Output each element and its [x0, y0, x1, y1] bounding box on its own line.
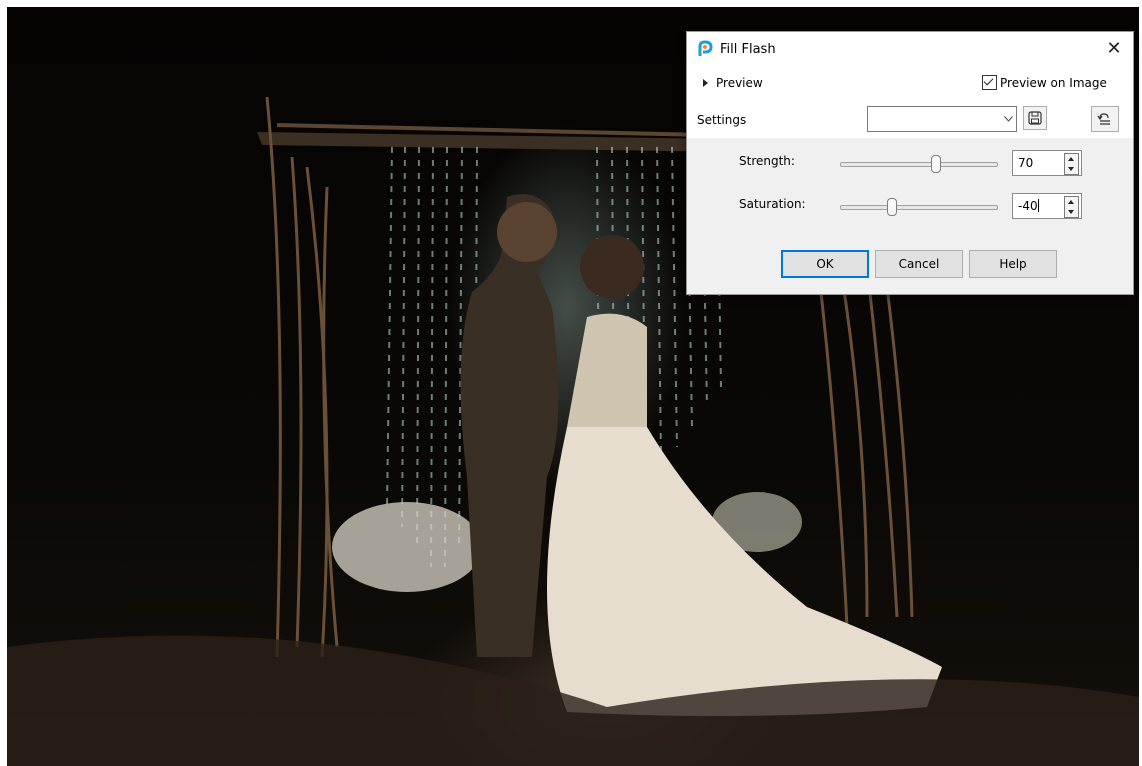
expand-triangle-icon [703, 79, 708, 87]
settings-label: Settings [697, 113, 747, 127]
chevron-down-icon [999, 107, 1016, 131]
help-button[interactable]: Help [969, 250, 1057, 278]
slider-track [840, 162, 998, 167]
strength-spinbox[interactable]: 70 [1012, 150, 1082, 176]
saturation-spinbox[interactable]: -40 [1012, 193, 1082, 219]
preview-on-image-label: Preview on Image [1000, 75, 1107, 90]
slider-thumb[interactable] [887, 198, 897, 216]
preview-label: Preview [716, 76, 763, 90]
cancel-button[interactable]: Cancel [875, 250, 963, 278]
settings-preset-select[interactable] [867, 106, 1017, 132]
strength-spin-arrows[interactable] [1064, 153, 1079, 175]
preview-expander[interactable]: Preview [703, 76, 763, 90]
spin-down-icon [1068, 210, 1074, 214]
close-icon[interactable]: ✕ [1103, 38, 1125, 60]
slider-thumb[interactable] [931, 155, 941, 173]
saturation-value: -40 [1018, 199, 1038, 213]
strength-label: Strength: [739, 154, 795, 168]
slider-track [840, 205, 998, 210]
spin-down-icon [1068, 167, 1074, 171]
checkbox-checked-icon [982, 75, 997, 90]
text-caret [1037, 199, 1039, 212]
spin-up-icon [1068, 200, 1074, 204]
settings-panel: Strength: 70 Saturation: -40 OK Cancel H… [687, 138, 1133, 294]
spin-up-icon [1068, 157, 1074, 161]
saturation-spin-arrows[interactable] [1064, 196, 1079, 218]
settings-row: Settings [687, 103, 1133, 137]
saturation-value-wrap: -40 [1018, 199, 1039, 213]
floppy-disk-icon [1028, 111, 1042, 125]
ok-button[interactable]: OK [781, 250, 869, 278]
reset-button[interactable] [1091, 106, 1119, 132]
reset-arrow-icon [1097, 113, 1110, 125]
preview-on-image-checkbox[interactable]: Preview on Image [982, 75, 1107, 90]
saturation-slider[interactable] [840, 197, 998, 217]
dialog-titlebar: Fill Flash ✕ [687, 32, 1133, 66]
strength-slider[interactable] [840, 154, 998, 174]
saturation-label: Saturation: [739, 197, 806, 211]
dialog-title: Fill Flash [720, 42, 776, 57]
paintshop-app-icon [698, 40, 713, 56]
fill-flash-dialog: Fill Flash ✕ Preview Preview on Image Se… [686, 31, 1134, 295]
strength-value: 70 [1018, 156, 1034, 170]
save-preset-button[interactable] [1023, 106, 1047, 130]
